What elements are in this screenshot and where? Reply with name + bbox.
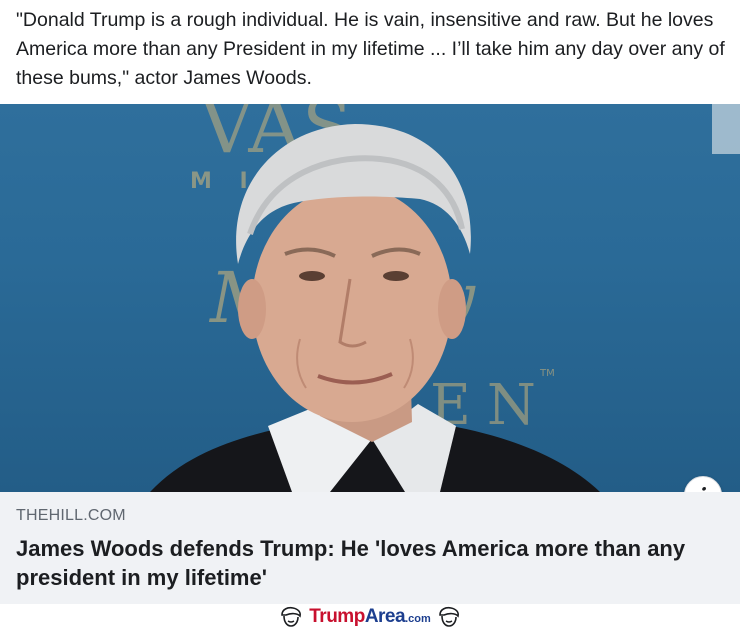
trump-hair-icon <box>281 606 302 627</box>
link-headline[interactable]: James Woods defends Trump: He 'loves Ame… <box>16 534 724 592</box>
watermark-area: Area <box>364 606 406 627</box>
link-meta[interactable]: THEHILL.COM James Woods defends Trump: H… <box>0 492 740 604</box>
article-photo[interactable]: VAS M INE Murray EN TM <box>0 104 740 492</box>
link-domain: THEHILL.COM <box>16 507 126 524</box>
photo-illustration: VAS M INE Murray EN TM <box>150 104 740 492</box>
site-watermark: Trump Area .com <box>0 604 740 630</box>
trump-hair-icon <box>438 606 459 627</box>
watermark-trump: Trump <box>309 606 365 627</box>
backdrop-tm: TM <box>539 368 555 379</box>
post-text: "Donald Trump is a rough individual. He … <box>16 9 725 89</box>
watermark-com: .com <box>405 613 431 625</box>
link-preview-card[interactable]: VAS M INE Murray EN TM <box>0 104 740 604</box>
